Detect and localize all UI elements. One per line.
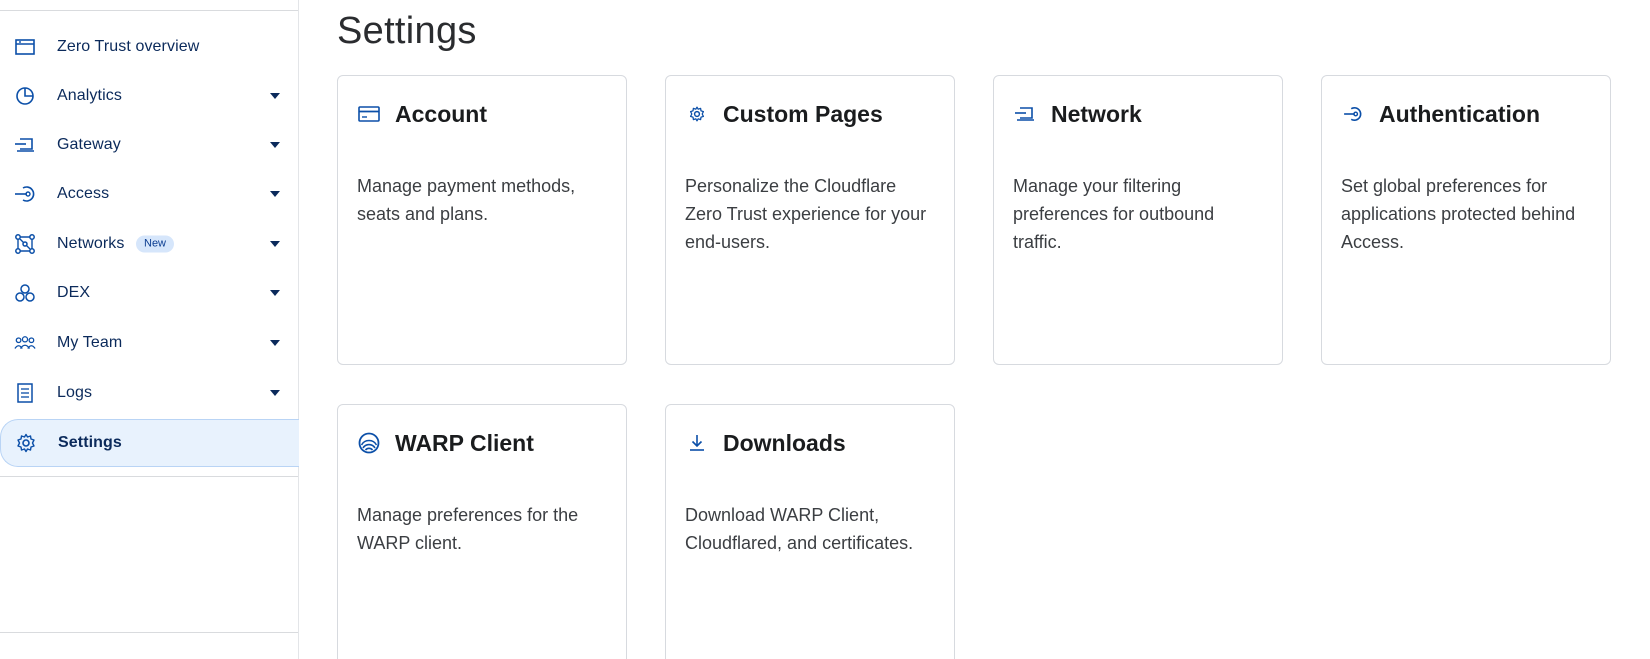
sidebar-item-label: Gateway	[57, 136, 121, 153]
card-title: Downloads	[723, 430, 846, 456]
sidebar-divider	[0, 476, 298, 477]
gateway-icon	[14, 134, 36, 156]
warp-client-card[interactable]: WARP Client Manage preferences for the W…	[337, 404, 627, 659]
sidebar-item-label: Logs	[57, 384, 93, 401]
chevron-down-icon[interactable]	[270, 340, 280, 346]
page-title: Settings	[337, 10, 477, 52]
card-description: Personalize the Cloudflare Zero Trust ex…	[685, 176, 927, 252]
gear-icon	[15, 432, 37, 454]
account-card[interactable]: Account Manage payment methods, seats an…	[337, 75, 627, 365]
custom-pages-card[interactable]: Custom Pages Personalize the Cloudflare …	[665, 75, 955, 365]
authentication-card[interactable]: Authentication Set global preferences fo…	[1321, 75, 1611, 365]
sidebar-item-label: Settings	[58, 434, 122, 451]
network-card[interactable]: Network Manage your filtering preference…	[993, 75, 1283, 365]
network-nodes-icon	[14, 233, 36, 255]
sidebar-item-my-team[interactable]: My Team	[0, 320, 298, 366]
card-description: Download WARP Client, Cloudflared, and c…	[685, 505, 914, 553]
credit-card-icon	[357, 102, 381, 126]
card-description: Set global preferences for applications …	[1341, 176, 1576, 252]
warp-icon	[357, 431, 381, 455]
card-title: Custom Pages	[723, 101, 883, 127]
sidebar-divider	[0, 632, 298, 633]
card-description: Manage your filtering preferences for ou…	[1013, 176, 1215, 252]
pie-chart-icon	[14, 85, 36, 107]
sidebar-item-label: My Team	[57, 334, 123, 351]
sidebar-item-label: Zero Trust overview	[57, 38, 200, 55]
sidebar-item-access[interactable]: Access	[0, 171, 298, 217]
gateway-icon	[1013, 102, 1037, 126]
dex-icon	[14, 282, 36, 304]
sidebar: Zero Trust overview Analytics Gateway Ac…	[0, 0, 299, 659]
sidebar-item-label: Networks	[57, 235, 125, 252]
gear-icon	[685, 102, 709, 126]
team-icon	[14, 332, 36, 354]
access-login-icon	[14, 183, 36, 205]
sidebar-item-zero-trust-overview[interactable]: Zero Trust overview	[0, 24, 298, 70]
chevron-down-icon[interactable]	[270, 390, 280, 396]
sidebar-item-settings[interactable]: Settings	[0, 419, 299, 467]
card-description: Manage payment methods, seats and plans.	[357, 176, 576, 224]
sidebar-item-label: Analytics	[57, 87, 122, 104]
new-badge: New	[136, 235, 175, 253]
sidebar-item-dex[interactable]: DEX	[0, 270, 298, 316]
card-description: Manage preferences for the WARP client.	[357, 505, 579, 553]
chevron-down-icon[interactable]	[270, 93, 280, 99]
access-login-icon	[1341, 102, 1365, 126]
sidebar-divider-top	[0, 10, 298, 11]
browser-window-icon	[14, 36, 36, 58]
card-title: Authentication	[1379, 101, 1540, 127]
card-title: WARP Client	[395, 430, 534, 456]
sidebar-item-logs[interactable]: Logs	[0, 370, 298, 416]
main-content: Settings Account Manage payment methods,…	[300, 0, 1650, 659]
sidebar-item-label: Access	[57, 185, 110, 202]
card-title: Account	[395, 101, 487, 127]
chevron-down-icon[interactable]	[270, 191, 280, 197]
sidebar-item-gateway[interactable]: Gateway	[0, 122, 298, 168]
card-title: Network	[1051, 101, 1142, 127]
download-icon	[685, 431, 709, 455]
logs-icon	[14, 382, 36, 404]
chevron-down-icon[interactable]	[270, 142, 280, 148]
chevron-down-icon[interactable]	[270, 290, 280, 296]
sidebar-item-label: DEX	[57, 284, 91, 301]
downloads-card[interactable]: Downloads Download WARP Client, Cloudfla…	[665, 404, 955, 659]
sidebar-item-networks[interactable]: Networks New	[0, 221, 298, 267]
sidebar-item-analytics[interactable]: Analytics	[0, 73, 298, 119]
chevron-down-icon[interactable]	[270, 241, 280, 247]
